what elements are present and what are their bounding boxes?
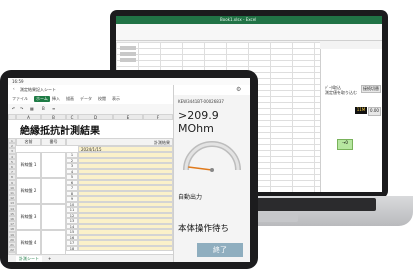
meter-status: 本体操作待ち [178,224,230,234]
tab-2[interactable]: 挿入 [52,96,60,102]
col-header-b[interactable]: B [41,114,66,120]
group-name-cell[interactable]: 幹線盤 3 [16,204,41,230]
gauge-needle [188,166,213,171]
spreadsheet[interactable]: A B C D E F 絶縁抵抗計測結果 名前 番号 計測結果 2024/1/1… [8,114,173,262]
align-icon[interactable]: ≡ [52,106,55,111]
header-result[interactable]: 計測結果 [66,138,173,146]
header-name[interactable]: 名前 [16,138,41,146]
tab-5[interactable]: 校閲 [98,96,106,102]
app-title: 測定結果記入シート [20,87,56,92]
excel-ribbon[interactable] [116,24,382,41]
end-button[interactable]: 終了 [197,243,243,257]
gauge-track [183,141,241,171]
panel-connect-button[interactable]: 接続切替 [361,85,381,93]
back-icon[interactable]: ‹ [13,86,15,91]
panel-display-2: 0.00 [368,107,381,116]
tab-3[interactable]: 描画 [66,96,74,102]
excel-title-bar: Book1.xlsx - Excel [116,16,382,24]
col-header-f[interactable]: F [143,114,173,120]
group-number-cell[interactable] [41,230,66,256]
group-number-cell[interactable] [41,204,66,230]
group-number-cell[interactable] [41,178,66,204]
undo-icon[interactable]: ↶ [12,106,15,111]
add-sheet-icon[interactable]: + [48,256,51,261]
group-name-cell[interactable]: 幹線盤 4 [16,230,41,256]
col-header-a[interactable]: A [16,114,41,120]
group-number-cell[interactable] [41,152,66,178]
group-name-cell[interactable]: 幹線盤 1 [16,152,41,178]
redo-icon[interactable]: ↷ [20,106,23,111]
sheet-tab-bar: 計測シート + [8,254,173,262]
device-id: KEW3441BT-00026837 [178,99,224,104]
gauge-hub [210,168,214,172]
panel-label-sub: 測定値を取り込む [325,90,357,95]
col-header-c[interactable]: C [66,114,78,120]
excel-cell-block [120,58,136,62]
meter-panel: ⚙ KEW3441BT-00026837 >209.9 MOhm 自動出力 本体… [173,85,250,262]
laptop-meter-panel: ﾃﾞｰﾀ取込 測定値を取り込む 接続切替 11M 0.00 →0 終了 [320,49,382,192]
group-name-cell[interactable]: 幹線盤 2 [16,178,41,204]
panel-display: 11M [355,107,367,114]
panel-green-button[interactable]: →0 [337,139,353,150]
status-bar: 16:59 [8,78,250,85]
settings-icon[interactable]: ⚙ [236,86,241,93]
header-number[interactable]: 番号 [41,138,66,146]
bold-icon[interactable]: B [42,106,45,111]
tab-1[interactable]: ホーム [34,96,50,102]
auto-output-label: 自動出力 [178,194,203,201]
col-header-e[interactable]: E [113,114,143,120]
ribbon-tabs: ファイル ホーム 挿入 描画 データ 校閲 表示 [8,94,173,104]
sheet-title[interactable]: 絶縁抵抗計測結果 [20,122,100,137]
excel-window-title: Book1.xlsx - Excel [220,17,257,22]
tab-4[interactable]: データ [80,96,92,102]
status-time: 16:59 [12,79,24,84]
sheet-tab[interactable]: 計測シート [16,256,42,262]
corner-cell[interactable] [8,114,16,120]
excel-cell-block [120,52,136,56]
tab-6[interactable]: 表示 [112,96,120,102]
row-number-cell[interactable]: 18 [66,245,78,251]
result-cell[interactable] [78,245,173,251]
col-header-d[interactable]: D [78,114,113,120]
format-icon[interactable]: ▦ [30,106,34,111]
tab-0[interactable]: ファイル [12,96,28,102]
tablet-screen: 16:59 ‹ 測定結果記入シート ファイル ホーム 挿入 描画 データ 校閲 表示 ↶ ↷… [8,78,250,262]
excel-cell-block [120,46,136,50]
gauge [183,141,241,172]
meter-topbar: ⚙ [174,85,250,95]
